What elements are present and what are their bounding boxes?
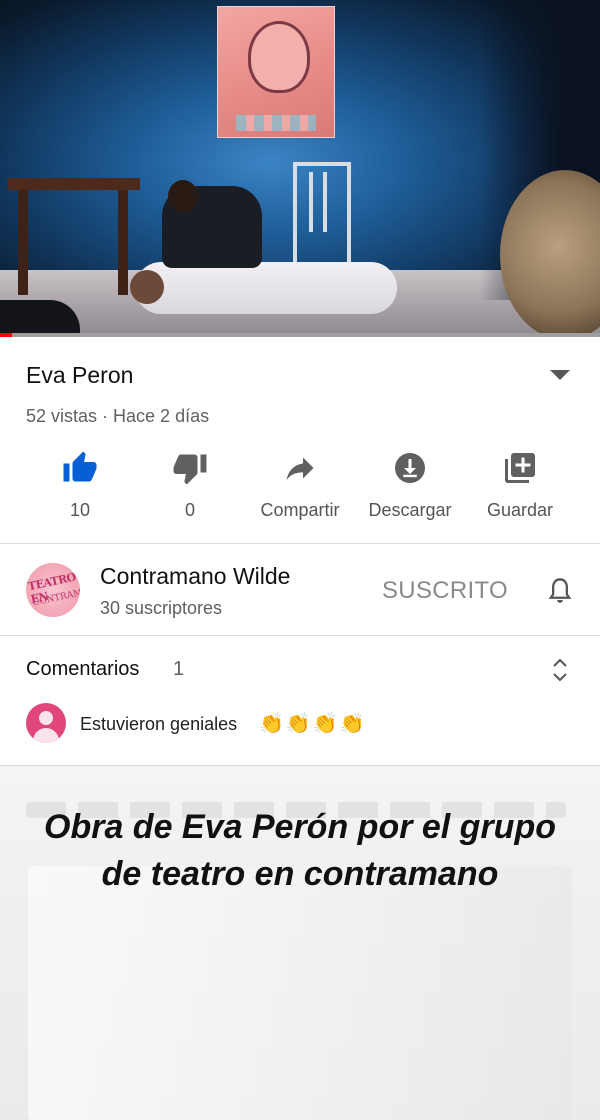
thumbs-down-icon bbox=[173, 454, 207, 485]
expand-description-icon[interactable] bbox=[550, 370, 570, 380]
clap-emojis: 👏👏👏👏 bbox=[259, 713, 367, 735]
save-label: Guardar bbox=[486, 500, 554, 520]
subscribed-button[interactable]: SUSCRITO bbox=[382, 577, 508, 605]
like-count: 10 bbox=[69, 500, 91, 520]
action-bar: 10 0 Compartir Descargar Guardar bbox=[0, 448, 600, 528]
divider bbox=[0, 635, 600, 636]
video-meta: 52 vistas · Hace 2 días bbox=[26, 406, 210, 426]
divider bbox=[0, 543, 600, 544]
share-button[interactable]: Compartir bbox=[245, 448, 355, 528]
expand-comments-icon[interactable] bbox=[550, 656, 570, 684]
avatar-body bbox=[33, 728, 59, 743]
top-comment-text[interactable]: Estuvieron geniales bbox=[80, 714, 237, 735]
video-title: Eva Peron bbox=[26, 362, 134, 388]
foreground-shadow bbox=[0, 300, 80, 337]
table-leg bbox=[18, 190, 28, 295]
download-label: Descargar bbox=[368, 500, 452, 520]
channel-avatar[interactable]: TEATRO EN CONTRAMANO bbox=[26, 563, 80, 617]
save-button[interactable]: Guardar bbox=[465, 448, 575, 528]
video-progress-fill bbox=[0, 333, 12, 337]
download-button[interactable]: Descargar bbox=[355, 448, 465, 528]
poster-flowers bbox=[236, 115, 316, 131]
stage-table bbox=[8, 178, 140, 190]
actress-lying bbox=[135, 262, 397, 314]
commenter-avatar[interactable] bbox=[26, 703, 66, 743]
like-button[interactable]: 10 bbox=[25, 448, 135, 528]
channel-name[interactable]: Contramano Wilde bbox=[100, 563, 290, 590]
dislike-count: 0 bbox=[184, 500, 195, 520]
avatar-head bbox=[39, 711, 53, 725]
save-playlist-icon bbox=[505, 453, 535, 483]
video-progress-bar[interactable] bbox=[0, 333, 600, 337]
comments-label[interactable]: Comentarios bbox=[26, 658, 139, 681]
thumbs-up-icon bbox=[63, 451, 97, 482]
dislike-button[interactable]: 0 bbox=[135, 448, 245, 528]
share-label: Compartir bbox=[260, 500, 340, 520]
video-player[interactable] bbox=[0, 0, 600, 337]
table-leg bbox=[118, 190, 128, 295]
faded-background-panel bbox=[28, 866, 572, 1120]
poster-portrait bbox=[248, 21, 310, 93]
story-caption: Obra de Eva Perón por el grupo de teatro… bbox=[44, 808, 556, 893]
stage-poster bbox=[217, 6, 335, 138]
share-icon bbox=[286, 457, 314, 480]
story-overlay: Obra de Eva Perón por el grupo de teatro… bbox=[0, 766, 600, 1120]
actor-head bbox=[168, 180, 198, 212]
comments-count: 1 bbox=[173, 658, 185, 680]
actress-head bbox=[130, 270, 164, 304]
notification-bell-icon[interactable] bbox=[546, 576, 574, 608]
download-icon bbox=[395, 453, 425, 483]
channel-subscribers: 30 suscriptores bbox=[100, 598, 223, 618]
